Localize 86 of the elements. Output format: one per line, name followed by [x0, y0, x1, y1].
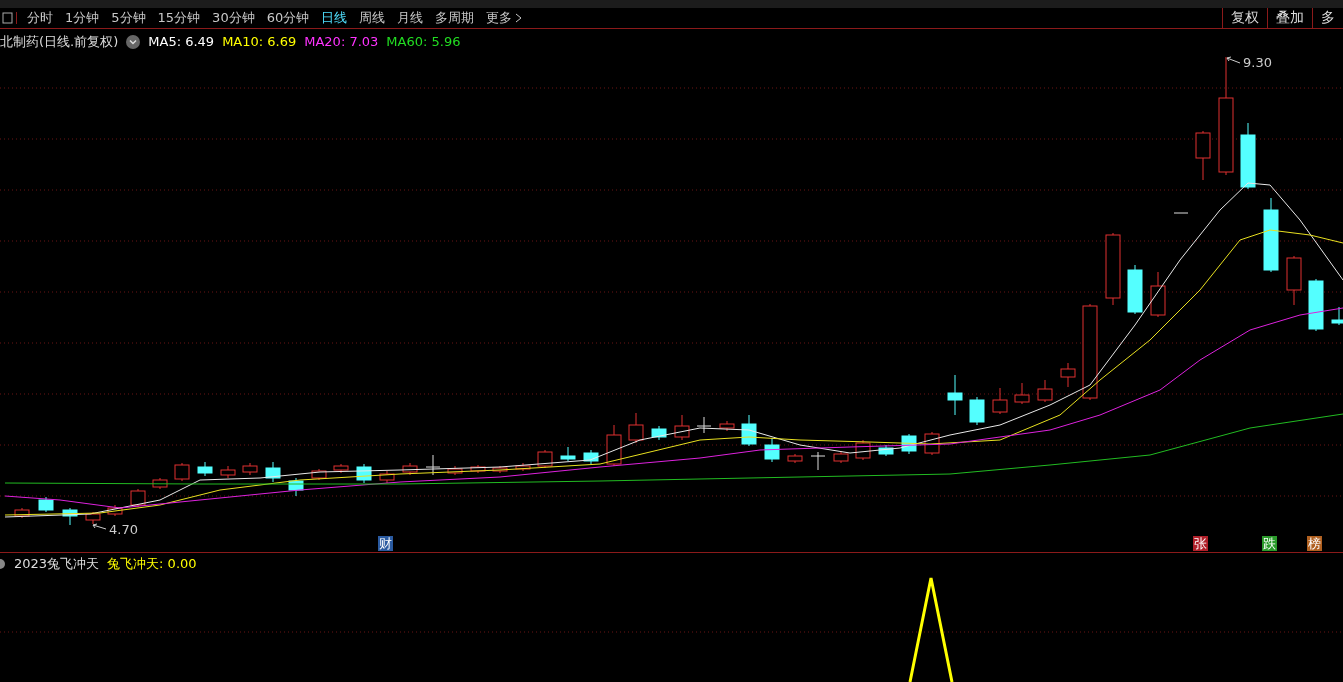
- moving-average-value: MA20: 7.03: [304, 34, 379, 49]
- candlestick: [174, 462, 190, 482]
- candlestick: [402, 462, 418, 476]
- period-tab[interactable]: 15分钟: [151, 9, 207, 27]
- candlestick: [288, 477, 304, 497]
- candlestick: [947, 374, 963, 416]
- candlestick: [1331, 306, 1343, 326]
- candlestick: [447, 465, 463, 476]
- candlestick: [719, 420, 735, 432]
- candlestick: [901, 433, 917, 455]
- period-tab[interactable]: 更多: [480, 9, 529, 27]
- candlestick: [356, 463, 372, 484]
- candlestick: [242, 462, 258, 476]
- candlestick: [197, 461, 213, 477]
- period-tab[interactable]: 月线: [391, 9, 430, 27]
- indicator-name: 2023兔飞冲天: [14, 555, 100, 573]
- candlestick: [878, 444, 894, 457]
- candlestick: [855, 439, 871, 461]
- candlestick: [311, 468, 327, 481]
- candlestick: [1240, 122, 1256, 190]
- candlestick: [1060, 362, 1076, 388]
- chevron-icon: [515, 13, 523, 23]
- event-marker[interactable]: 跌: [1262, 536, 1277, 551]
- toolbar-button[interactable]: 复权: [1222, 8, 1267, 28]
- candlestick: [379, 470, 395, 484]
- chart-title: 北制药(日线.前复权): [0, 32, 119, 51]
- high-price-label: 9.30: [1243, 55, 1272, 70]
- candlestick: [1286, 255, 1302, 306]
- candlestick: [425, 454, 441, 476]
- dropdown-icon[interactable]: [126, 34, 141, 49]
- candlestick: [1173, 212, 1189, 214]
- candlestick: [651, 425, 667, 441]
- candlestick: [969, 396, 985, 426]
- leader-line: [92, 523, 107, 530]
- candlestick: [85, 511, 101, 525]
- candlestick: [810, 451, 826, 471]
- event-marker[interactable]: 财: [378, 536, 393, 551]
- candlestick: [764, 437, 780, 463]
- period-tab[interactable]: 周线: [353, 9, 392, 27]
- candlestick: [992, 387, 1008, 415]
- moving-average-value: MA10: 6.69: [222, 34, 297, 49]
- candlestick: [130, 488, 146, 508]
- candlestick: [741, 414, 757, 447]
- candlestick: [220, 465, 236, 479]
- period-tab[interactable]: 多周期: [429, 9, 481, 27]
- candlestick: [38, 496, 54, 513]
- candlestick: [560, 446, 576, 462]
- period-tab[interactable]: 日线: [315, 9, 354, 27]
- candlestick: [1308, 278, 1324, 332]
- indicator-value: 兔飞冲天: 0.00: [107, 555, 197, 573]
- toolbar-button[interactable]: 叠加: [1267, 8, 1312, 28]
- candlestick: [14, 507, 30, 519]
- candlestick: [265, 461, 281, 483]
- candlestick: [1195, 130, 1211, 181]
- candlestick: [1014, 382, 1030, 405]
- candlestick: [333, 463, 349, 474]
- candlestick: [492, 465, 508, 474]
- panel-icon[interactable]: [2, 12, 17, 24]
- candlestick: [787, 453, 803, 464]
- candlestick: [515, 462, 531, 472]
- candlestick: [1127, 264, 1143, 315]
- candlestick: [62, 507, 78, 526]
- candlestick: [470, 464, 486, 474]
- moving-average-value: MA5: 6.49: [148, 34, 215, 49]
- leader-line: [1226, 56, 1241, 64]
- toolbar-button[interactable]: 多: [1312, 8, 1343, 28]
- event-marker[interactable]: 榜: [1307, 536, 1322, 551]
- low-price-label: 4.70: [109, 522, 138, 537]
- period-tab[interactable]: 分时: [21, 9, 59, 27]
- candlestick: [1150, 271, 1166, 318]
- candlestick: [606, 424, 622, 467]
- candlestick: [107, 504, 123, 517]
- candlestick: [628, 412, 644, 444]
- candlestick: [583, 449, 599, 465]
- candlestick: [833, 450, 849, 464]
- period-tab[interactable]: 60分钟: [260, 9, 316, 27]
- period-tab[interactable]: 30分钟: [206, 9, 261, 27]
- candlestick: [674, 414, 690, 441]
- candlestick: [1037, 379, 1053, 403]
- period-tab[interactable]: 5分钟: [105, 9, 152, 27]
- moving-average-value: MA60: 5.96: [386, 34, 461, 49]
- candlestick: [696, 416, 712, 434]
- event-marker[interactable]: 张: [1193, 536, 1208, 551]
- period-tab[interactable]: 1分钟: [59, 9, 106, 27]
- candlestick: [152, 477, 168, 490]
- candlestick: [537, 449, 553, 469]
